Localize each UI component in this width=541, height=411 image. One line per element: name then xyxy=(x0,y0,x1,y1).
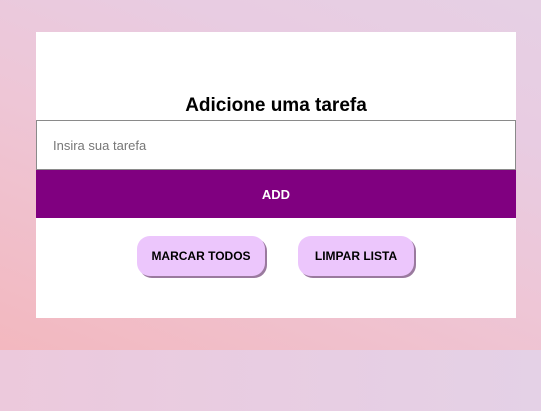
task-input[interactable] xyxy=(36,120,516,170)
clear-list-button[interactable]: LIMPAR LISTA xyxy=(298,236,414,276)
add-button[interactable]: ADD xyxy=(36,170,516,218)
mark-all-button[interactable]: MARCAR TODOS xyxy=(137,236,265,276)
page-title: Adicione uma tarefa xyxy=(185,95,367,116)
page-background-lower xyxy=(0,350,541,411)
